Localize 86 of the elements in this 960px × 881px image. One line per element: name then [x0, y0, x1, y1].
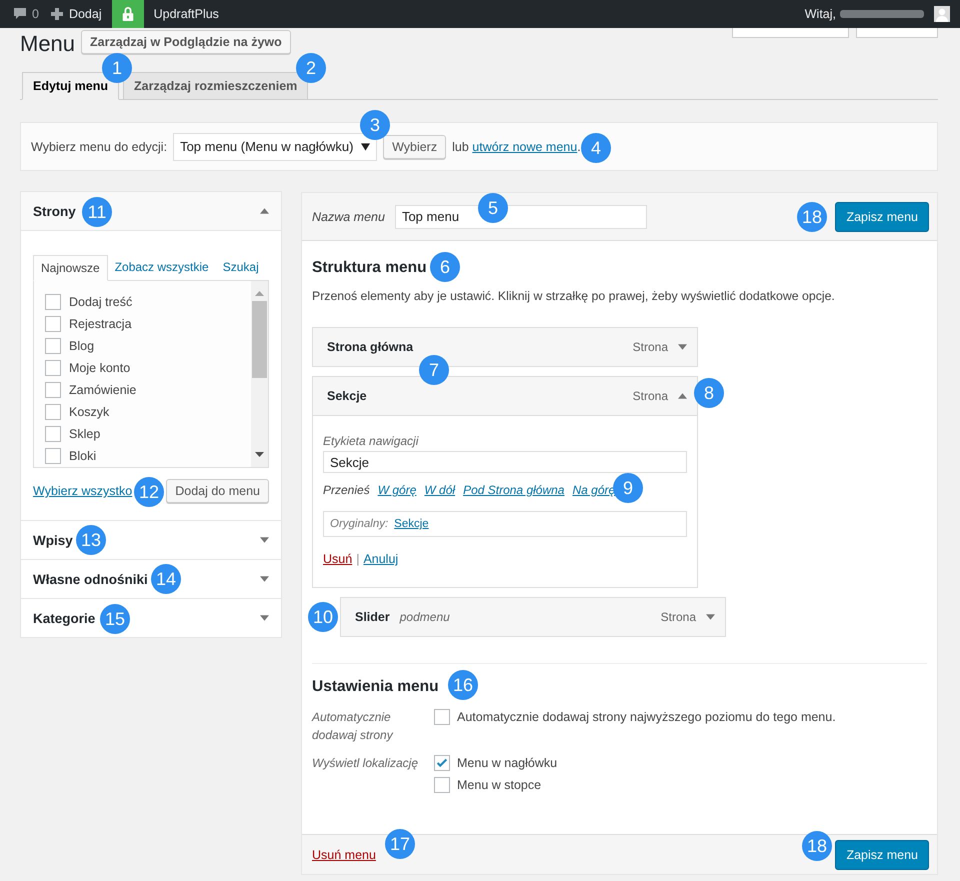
- delete-menu-link[interactable]: Usuń menu: [312, 848, 376, 862]
- plus-icon: [48, 6, 65, 22]
- panel-title[interactable]: Wpisy: [33, 532, 73, 548]
- select-all-link[interactable]: Wybierz wszystko: [33, 484, 132, 498]
- panel-title[interactable]: Własne odnośniki: [33, 572, 148, 586]
- number-badge: 2: [296, 53, 326, 83]
- section-heading: Struktura menu: [312, 259, 427, 277]
- avatar-icon[interactable]: [934, 6, 950, 22]
- item-type: Strona: [660, 610, 696, 624]
- menu-item-header[interactable]: Slider podmenu Strona: [341, 598, 725, 636]
- original-link[interactable]: Sekcje: [394, 518, 429, 530]
- item-title: Strona główna: [327, 340, 414, 354]
- setting-label: Wyświetl lokalizację: [312, 755, 420, 772]
- panel-title[interactable]: Kategorie: [33, 610, 96, 626]
- checkbox[interactable]: [434, 777, 450, 793]
- checkbox[interactable]: [45, 448, 61, 464]
- menu-dropdown[interactable]: Top menu (Menu w nagłówku): [173, 132, 378, 160]
- separator-text: |: [356, 552, 360, 566]
- expand-icon[interactable]: [678, 344, 687, 350]
- comment-icon: [12, 6, 28, 22]
- item-type: Strona: [632, 340, 668, 354]
- panel-tab[interactable]: Zobacz wszystkie: [108, 255, 216, 280]
- save-menu-button[interactable]: Zapisz menu: [835, 840, 929, 870]
- checkbox[interactable]: [45, 404, 61, 420]
- panel-tab[interactable]: Szukaj: [216, 255, 266, 280]
- item-type: Strona: [632, 389, 668, 403]
- lock-icon[interactable]: [112, 0, 144, 28]
- checkbox[interactable]: [45, 360, 61, 376]
- menu-item-header[interactable]: Sekcje Strona: [313, 377, 697, 415]
- section-heading: Ustawienia menu: [312, 678, 439, 696]
- move-link[interactable]: Na górę: [572, 483, 616, 497]
- move-link[interactable]: W dół: [424, 483, 456, 497]
- page-label: Dodaj treść: [69, 295, 132, 309]
- period-text: .: [577, 140, 581, 154]
- select-label: Wybierz menu do edycji:: [31, 140, 168, 154]
- page-title: Menu: [20, 31, 76, 57]
- checkbox[interactable]: [45, 426, 61, 442]
- select-button[interactable]: Wybierz: [383, 134, 446, 158]
- page-label: Moje konto: [69, 361, 130, 375]
- save-menu-button[interactable]: Zapisz menu: [835, 202, 929, 232]
- greeting: Witaj,: [804, 7, 836, 21]
- item-subtitle: podmenu: [400, 610, 450, 624]
- live-preview-button[interactable]: Zarządzaj w Podglądzie na żywo: [81, 30, 291, 54]
- help-text: Przenoś elementy aby je ustawić. Kliknij w strzałkę po prawej, żeby wyświetlić dodatkowe opcje.: [312, 289, 836, 303]
- item-title: Sekcje: [327, 389, 367, 403]
- help-tab[interactable]: [856, 28, 938, 38]
- number-badge: 3: [360, 110, 390, 140]
- page-label: Zamówienie: [69, 383, 136, 397]
- add-to-menu-button[interactable]: Dodaj do menu: [166, 479, 269, 503]
- scrollbar[interactable]: [251, 281, 268, 467]
- page-label: Bloki: [69, 449, 96, 463]
- collapse-icon[interactable]: [678, 393, 687, 399]
- setting-label: Automatycznie dodawaj strony: [312, 709, 394, 744]
- move-label: Przenieś: [323, 483, 370, 497]
- item-title: Slider: [355, 610, 390, 624]
- menu-name-label: Nazwa menu: [312, 210, 385, 224]
- plugin-link[interactable]: UpdraftPlus: [154, 7, 219, 21]
- panel-tab[interactable]: Najnowsze: [33, 255, 108, 281]
- checkbox[interactable]: [434, 709, 450, 725]
- checkbox[interactable]: [45, 294, 61, 310]
- expand-icon[interactable]: [706, 614, 715, 620]
- new-link[interactable]: Dodaj: [48, 6, 102, 22]
- page-label: Koszyk: [69, 405, 110, 419]
- move-link[interactable]: Pod Strona główna: [463, 483, 564, 497]
- option-label: Menu w stopce: [457, 778, 542, 792]
- checkbox[interactable]: [45, 382, 61, 398]
- checkbox[interactable]: [434, 755, 450, 771]
- checkbox[interactable]: [45, 338, 61, 354]
- screen-options-tab[interactable]: [732, 28, 849, 38]
- create-menu-link[interactable]: utwórz nowe menu: [472, 140, 578, 154]
- option-label: Automatycznie dodawaj strony najwyższego poziomu do tego menu.: [457, 710, 836, 724]
- original-label: Oryginalny:: [330, 518, 388, 530]
- page-label: Rejestracja: [69, 317, 132, 331]
- option-label: Menu w nagłówku: [457, 756, 558, 770]
- nav-label-field[interactable]: Sekcje: [323, 451, 687, 473]
- cancel-link[interactable]: Anuluj: [363, 552, 398, 566]
- field-label: Etykieta nawigacji: [323, 434, 420, 448]
- remove-link[interactable]: Usuń: [323, 552, 352, 566]
- panel-title[interactable]: Strony: [33, 204, 76, 218]
- page-label: Sklep: [69, 427, 100, 441]
- move-link[interactable]: W górę: [378, 483, 416, 497]
- checkbox[interactable]: [45, 316, 61, 332]
- comments-link[interactable]: 0: [12, 6, 39, 22]
- page-label: Blog: [69, 339, 94, 353]
- or-text: lub: [452, 140, 469, 154]
- caret-icon: [361, 142, 370, 150]
